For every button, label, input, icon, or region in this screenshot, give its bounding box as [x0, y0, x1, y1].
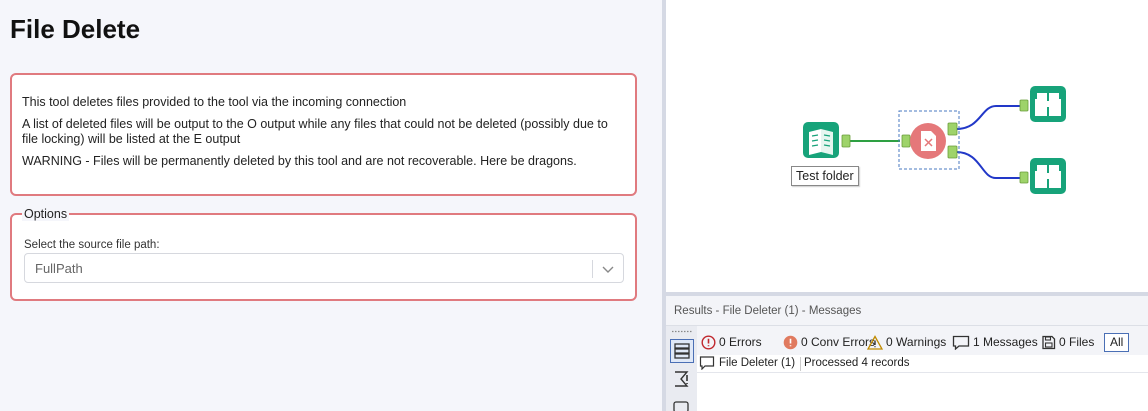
- workflow-diagram: [803, 86, 1066, 194]
- message-row[interactable]: File Deleter (1) Processed 4 records: [697, 355, 1148, 373]
- messages-empty-area: [697, 373, 1148, 411]
- results-sidebar: [666, 326, 697, 411]
- workflow-canvas[interactable]: Test folder: [666, 0, 1148, 292]
- results-panel: Results - File Deleter (1) - Messages 0 …: [666, 296, 1148, 411]
- description-line-2: A list of deleted files will be output t…: [22, 117, 608, 146]
- file-delete-tool[interactable]: [910, 123, 946, 159]
- conversion-error-icon: [783, 335, 798, 349]
- description-warning: WARNING - Files will be permanently dele…: [22, 154, 577, 168]
- deleter-input-anchor[interactable]: [901, 134, 911, 148]
- input-tool-annotation[interactable]: Test folder: [791, 166, 859, 186]
- other-view-button[interactable]: [670, 396, 694, 411]
- message-icon: [952, 335, 970, 350]
- tool-title: File Delete: [10, 14, 141, 44]
- browse-tool-2[interactable]: [1030, 158, 1066, 194]
- chevron-down-icon[interactable]: [601, 262, 615, 276]
- conv-errors-filter[interactable]: 0 Conv Errors: [783, 332, 875, 352]
- deleter-output-o-anchor[interactable]: [947, 122, 958, 136]
- all-filter-button[interactable]: All: [1104, 333, 1130, 352]
- browse-1-input-anchor[interactable]: [1019, 99, 1029, 112]
- warnings-filter[interactable]: 0 Warnings: [867, 332, 946, 352]
- messages-filter[interactable]: 1 Messages: [952, 332, 1038, 352]
- messages-count: 1 Messages: [973, 335, 1038, 349]
- warnings-count: 0 Warnings: [886, 335, 947, 349]
- message-icon: [699, 356, 715, 370]
- results-title: Results - File Deleter (1) - Messages: [674, 305, 862, 317]
- conv-errors-count: 0 Conv Errors: [801, 335, 876, 349]
- metadata-view-button[interactable]: [670, 368, 694, 392]
- file-icon: [1042, 335, 1056, 349]
- messages-view-button[interactable]: [670, 339, 694, 363]
- browse-tool-1[interactable]: [1030, 86, 1066, 122]
- files-filter[interactable]: 0 Files: [1041, 332, 1094, 352]
- warning-icon: [867, 334, 883, 350]
- errors-filter[interactable]: 0 Errors: [701, 332, 762, 352]
- deleter-output-e-anchor[interactable]: [947, 145, 958, 159]
- comment-icon: [673, 401, 689, 411]
- source-path-value: FullPath: [35, 261, 83, 276]
- options-legend: Options: [22, 207, 70, 221]
- files-count: 0 Files: [1059, 335, 1095, 349]
- connection-output-o: [955, 105, 1020, 130]
- configuration-panel: File Delete This tool deletes files prov…: [0, 0, 662, 411]
- errors-count: 0 Errors: [719, 335, 762, 349]
- directory-input-tool[interactable]: [803, 122, 839, 158]
- options-group: Options Select the source file path: Ful…: [10, 207, 637, 301]
- error-icon: [701, 334, 716, 350]
- sigma-icon: [675, 371, 689, 387]
- description-line-1: This tool deletes files provided to the …: [22, 95, 407, 109]
- list-rows-icon: [674, 343, 690, 359]
- browse-2-input-anchor[interactable]: [1019, 171, 1029, 184]
- select-separator: [592, 260, 593, 278]
- input-tool-output-anchor[interactable]: [841, 134, 851, 148]
- source-path-select[interactable]: FullPath: [24, 253, 624, 283]
- grip-handle-icon[interactable]: [671, 330, 693, 333]
- connection-output-e: [955, 151, 1020, 179]
- message-tool-name: File Deleter (1): [719, 357, 802, 371]
- results-divider: [666, 325, 1148, 326]
- description-box: This tool deletes files provided to the …: [10, 73, 637, 196]
- message-text: Processed 4 records: [804, 357, 910, 369]
- source-path-label: Select the source file path:: [24, 239, 160, 251]
